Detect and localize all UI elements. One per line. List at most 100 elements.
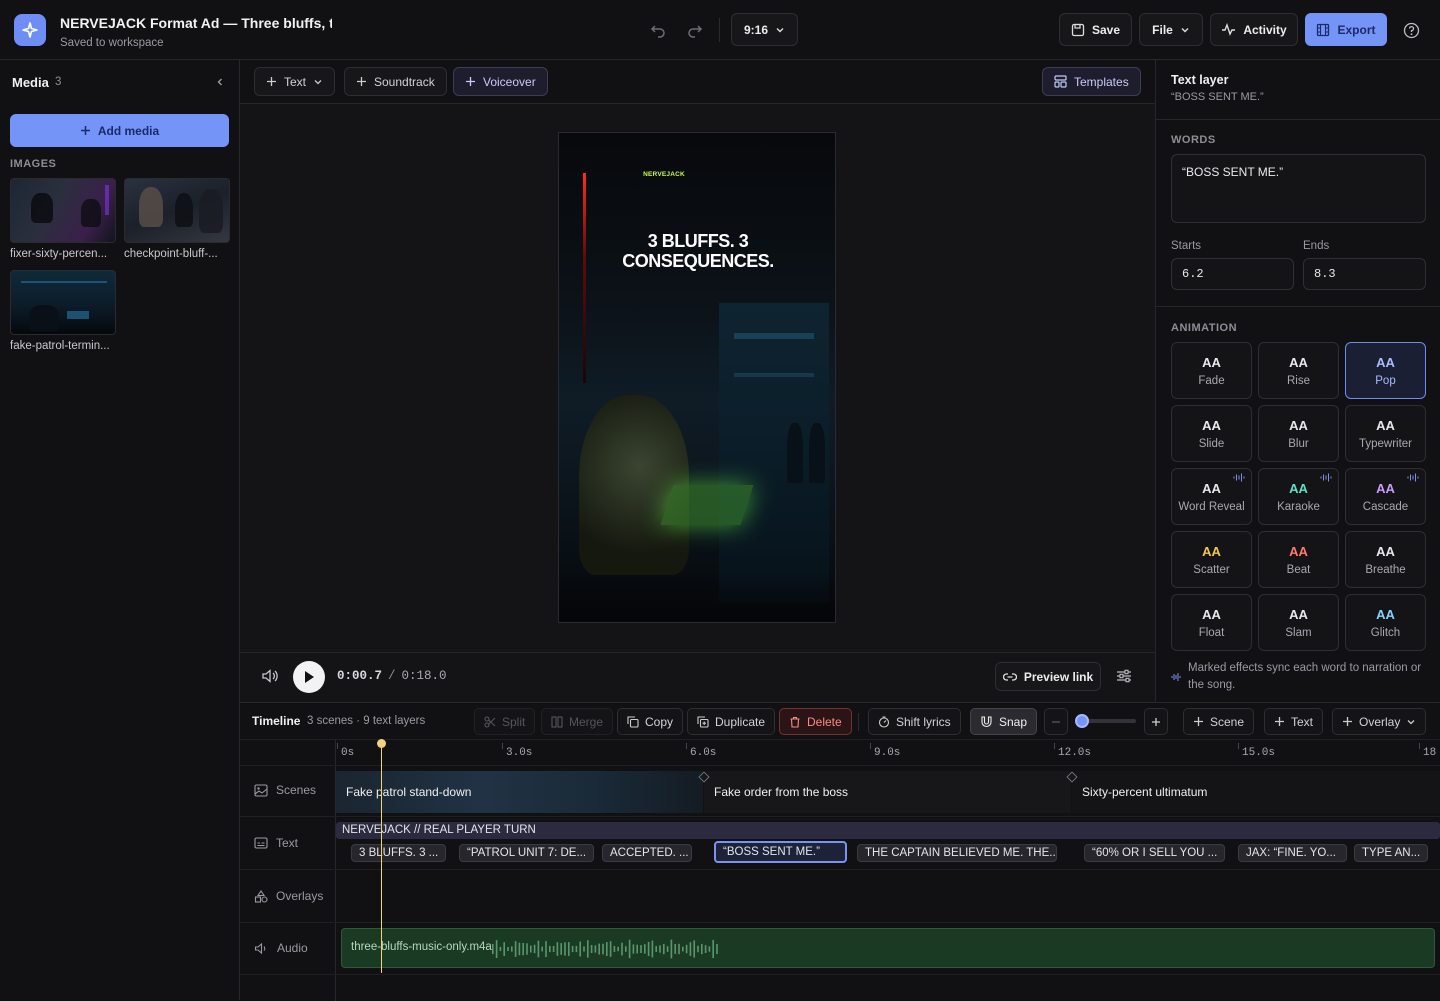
plus-icon — [1152, 717, 1160, 726]
animation-option-label: Fade — [1198, 374, 1225, 387]
media-thumbnail[interactable] — [10, 178, 116, 243]
merge-button[interactable]: Merge — [541, 708, 614, 735]
ruler-tick-label: 15.0s — [1242, 747, 1276, 759]
duplicate-button[interactable]: Duplicate — [687, 708, 776, 735]
animation-option-beat[interactable]: AA Beat — [1258, 531, 1339, 588]
add-text-layer-button[interactable]: Text — [1264, 708, 1324, 735]
animation-option-label: Karaoke — [1277, 500, 1320, 513]
video-preview[interactable]: NERVEJACK 3 BLUFFS. 3 CONSEQUENCES. — [558, 132, 836, 623]
zoom-slider-thumb[interactable] — [1075, 714, 1089, 728]
sliders-icon[interactable] — [1114, 666, 1134, 686]
animation-option-blur[interactable]: AA Blur — [1258, 405, 1339, 462]
animation-option-typewriter[interactable]: AA Typewriter — [1345, 405, 1426, 462]
animation-option-fade[interactable]: AA Fade — [1171, 342, 1252, 399]
scene-clip[interactable]: Sixty-percent ultimatum — [1072, 771, 1440, 813]
inspector-title: Text layer — [1171, 73, 1229, 87]
ruler-tick — [870, 743, 871, 749]
inspector-subtitle: “BOSS SENT ME.” — [1171, 91, 1264, 103]
project-title[interactable]: NERVEJACK Format Ad — Three bluffs, thre… — [60, 15, 332, 31]
app-logo-icon[interactable] — [14, 14, 46, 46]
scissors-icon — [484, 715, 496, 728]
editor-canvas-area: Text Soundtrack Voiceover Templates NERV… — [240, 60, 1155, 702]
add-voiceover-button[interactable]: Voiceover — [453, 67, 548, 96]
shift-lyrics-button[interactable]: Shift lyrics — [868, 708, 961, 735]
animation-option-cascade[interactable]: AA Cascade — [1345, 468, 1426, 525]
templates-button[interactable]: Templates — [1042, 67, 1141, 96]
activity-button[interactable]: Activity — [1210, 13, 1298, 46]
animation-preview-glyph: AA — [1202, 543, 1221, 559]
delete-button[interactable]: Delete — [779, 708, 852, 735]
add-overlay-button[interactable]: Overlay — [1332, 708, 1427, 735]
undo-icon[interactable] — [647, 19, 669, 41]
starts-input[interactable]: 6.2 — [1171, 258, 1294, 290]
animation-option-karaoke[interactable]: AA Karaoke — [1258, 468, 1339, 525]
animation-option-float[interactable]: AA Float — [1171, 594, 1252, 651]
zoom-in-button[interactable] — [1144, 708, 1168, 735]
snap-toggle[interactable]: Snap — [970, 708, 1038, 735]
text-clip[interactable]: “PATROL UNIT 7: DE... — [459, 844, 594, 862]
aspect-ratio-select[interactable]: 9:16 — [731, 13, 798, 46]
animation-option-slide[interactable]: AA Slide — [1171, 405, 1252, 462]
animation-option-label: Float — [1198, 626, 1225, 639]
text-clip[interactable]: ACCEPTED. ... — [602, 844, 692, 862]
export-button[interactable]: Export — [1305, 13, 1387, 46]
redo-icon[interactable] — [684, 19, 706, 41]
text-clip[interactable]: “60% OR I SELL YOU ... — [1084, 844, 1225, 862]
plus-icon — [466, 77, 475, 86]
words-textarea[interactable]: “BOSS SENT ME.” — [1171, 154, 1426, 223]
animation-option-glitch[interactable]: AA Glitch — [1345, 594, 1426, 651]
audio-waveform — [492, 939, 718, 959]
add-text-button[interactable]: Text — [254, 67, 336, 96]
file-menu-button[interactable]: File — [1139, 13, 1203, 46]
add-soundtrack-button[interactable]: Soundtrack — [344, 67, 447, 96]
playhead[interactable] — [381, 739, 382, 973]
media-count: 3 — [55, 76, 62, 88]
sync-wave-icon — [1320, 473, 1332, 482]
audio-clip[interactable]: three-bluffs-music-only.m4a — [341, 928, 1435, 968]
volume-icon[interactable] — [260, 666, 280, 686]
preview-link-button[interactable]: Preview link — [995, 662, 1101, 691]
collapse-panel-icon[interactable] — [211, 73, 229, 91]
film-icon — [1317, 23, 1330, 36]
animation-option-breathe[interactable]: AA Breathe — [1345, 531, 1426, 588]
text-clip[interactable]: JAX: “FINE. YO... — [1238, 844, 1347, 862]
animation-option-scatter[interactable]: AA Scatter — [1171, 531, 1252, 588]
help-icon[interactable] — [1400, 19, 1422, 41]
ruler-tick — [1054, 743, 1055, 749]
chevron-down-icon — [314, 79, 322, 84]
animation-option-word-reveal[interactable]: AA Word Reveal — [1171, 468, 1252, 525]
play-button[interactable] — [293, 661, 325, 693]
text-clip[interactable]: THE CAPTAIN BELIEVED ME. THE... — [857, 844, 1057, 862]
split-button[interactable]: Split — [474, 708, 536, 735]
media-thumbnail[interactable] — [124, 178, 230, 243]
animation-option-rise[interactable]: AA Rise — [1258, 342, 1339, 399]
aspect-ratio-value: 9:16 — [743, 22, 769, 37]
timer-icon — [878, 715, 890, 728]
text-clip[interactable]: TYPE AN... — [1354, 844, 1428, 862]
media-filename: fixer-sixty-percen... — [10, 248, 108, 260]
copy-button[interactable]: Copy — [617, 708, 684, 735]
ends-input[interactable]: 8.3 — [1303, 258, 1426, 290]
play-icon — [305, 671, 314, 683]
layout-icon — [1054, 75, 1067, 88]
headline-text[interactable]: 3 BLUFFS. 3 CONSEQUENCES. — [599, 231, 797, 271]
media-thumbnail[interactable] — [10, 270, 116, 335]
animation-option-slam[interactable]: AA Slam — [1258, 594, 1339, 651]
copy-icon — [627, 715, 639, 728]
animation-option-pop[interactable]: AA Pop — [1345, 342, 1426, 399]
duplicate-icon — [697, 715, 709, 728]
ruler-tick-label: 0s — [341, 747, 355, 759]
add-scene-button[interactable]: Scene — [1183, 708, 1255, 735]
merge-icon — [551, 715, 563, 728]
text-clip-selected[interactable]: “BOSS SENT ME.” — [714, 841, 847, 863]
banner-text-clip[interactable]: NERVEJACK // REAL PLAYER TURN — [336, 822, 1440, 839]
timecode: 0:00.7 / 0:18.0 — [337, 669, 447, 683]
zoom-out-button[interactable] — [1044, 708, 1068, 735]
add-media-button[interactable]: Add media — [10, 114, 229, 147]
scene-clip[interactable]: Fake patrol stand-down — [336, 771, 703, 813]
save-button[interactable]: Save — [1059, 13, 1132, 46]
scene-clip[interactable]: Fake order from the boss — [704, 771, 1071, 813]
text-clip[interactable]: 3 BLUFFS. 3 ... — [351, 844, 446, 862]
animation-preview-glyph: AA — [1289, 543, 1308, 559]
playhead-handle[interactable] — [377, 739, 386, 748]
